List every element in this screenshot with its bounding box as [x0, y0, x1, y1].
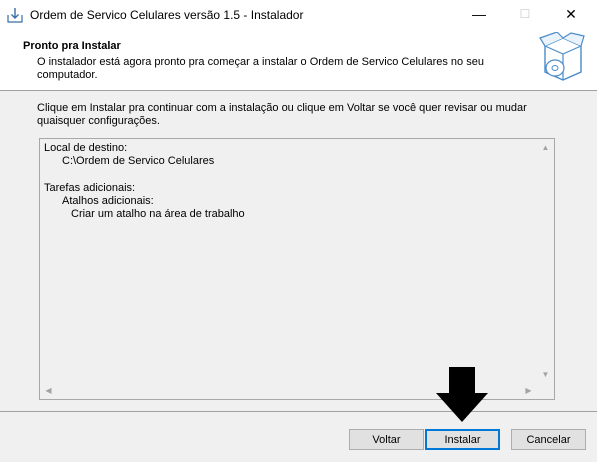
cancel-button[interactable]: Cancelar: [511, 429, 586, 450]
down-arrow-annotation-icon: [436, 367, 488, 422]
vertical-scrollbar[interactable]: ▲ ▼: [537, 139, 554, 383]
scroll-left-icon[interactable]: ◀: [40, 382, 57, 399]
back-button[interactable]: Voltar: [349, 429, 424, 450]
scroll-up-icon[interactable]: ▲: [537, 139, 554, 156]
window-title: Ordem de Servico Celulares versão 1.5 - …: [30, 8, 304, 22]
installer-icon: [7, 8, 23, 23]
page-title: Pronto pra Instalar: [23, 40, 121, 52]
tasks-label: Tarefas adicionais:: [44, 182, 136, 194]
shortcut-item: Criar um atalho na área de trabalho: [71, 208, 245, 220]
scroll-right-icon[interactable]: ▶: [520, 382, 537, 399]
wizard-header: Pronto pra Instalar O instalador está ag…: [0, 30, 597, 90]
wizard-footer: Voltar Instalar Cancelar: [0, 412, 597, 462]
install-button[interactable]: Instalar: [425, 429, 500, 450]
close-button[interactable]: ✕: [548, 0, 594, 30]
shortcuts-label: Atalhos adicionais:: [62, 195, 154, 207]
ready-memo[interactable]: Local de destino: C:\Ordem de Servico Ce…: [39, 138, 555, 400]
scroll-corner: [537, 382, 554, 399]
title-bar: Ordem de Servico Celulares versão 1.5 - …: [0, 0, 597, 30]
page-subtitle: O instalador está agora pronto pra começ…: [37, 56, 484, 81]
scroll-down-icon[interactable]: ▼: [537, 366, 554, 383]
destination-path: C:\Ordem de Servico Celulares: [62, 155, 215, 167]
instructions-text: Clique em Instalar pra continuar com a i…: [37, 102, 527, 127]
maximize-button: ☐: [519, 7, 531, 21]
install-box-icon: [539, 32, 585, 81]
minimize-button[interactable]: —: [456, 0, 502, 30]
destination-label: Local de destino:: [44, 142, 128, 154]
wizard-body: Clique em Instalar pra continuar com a i…: [0, 91, 597, 411]
